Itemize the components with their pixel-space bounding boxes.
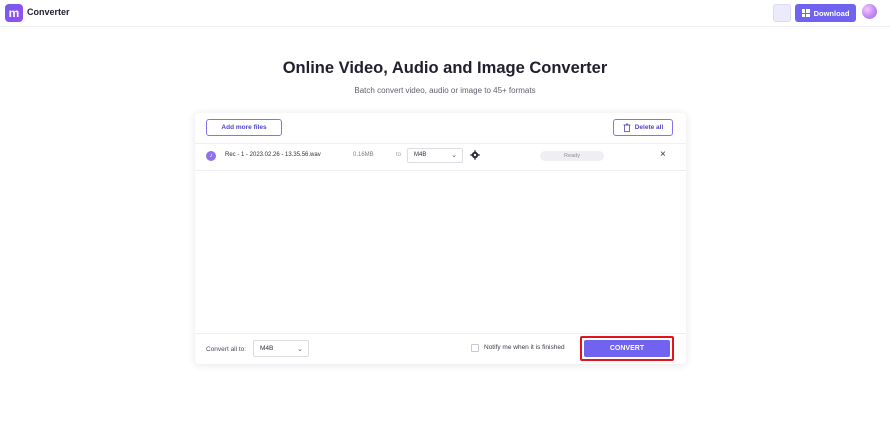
add-more-files-button[interactable]: Add more files bbox=[206, 119, 282, 136]
gear-icon[interactable] bbox=[470, 150, 480, 160]
target-format-select[interactable]: M4B ⌄ bbox=[407, 148, 463, 163]
close-icon[interactable]: × bbox=[660, 149, 666, 161]
avatar[interactable] bbox=[862, 4, 877, 19]
divider bbox=[195, 333, 686, 334]
converter-panel: Add more files Delete all ♪ Rec - 1 - 20… bbox=[195, 113, 686, 364]
page-subtitle: Batch convert video, audio or image to 4… bbox=[354, 86, 536, 95]
delete-all-button[interactable]: Delete all bbox=[613, 119, 673, 136]
brand-name[interactable]: Converter bbox=[27, 7, 70, 17]
trash-icon bbox=[623, 123, 631, 132]
file-name: Rec - 1 - 2023.02.26 - 13.35.56.wav bbox=[225, 152, 321, 158]
top-bar: m Converter Download bbox=[0, 0, 890, 27]
download-label: Download bbox=[813, 8, 850, 18]
delete-all-label: Delete all bbox=[634, 124, 664, 131]
file-row: ♪ Rec - 1 - 2023.02.26 - 13.35.56.wav 0.… bbox=[195, 144, 686, 171]
app-logo-icon[interactable]: m bbox=[5, 4, 23, 22]
chevron-down-icon: ⌄ bbox=[451, 152, 457, 159]
notify-label: Notify me when it is finished bbox=[484, 344, 565, 351]
convert-button[interactable]: CONVERT bbox=[584, 340, 670, 357]
history-button[interactable] bbox=[773, 4, 791, 22]
page-title: Online Video, Audio and Image Converter bbox=[282, 59, 608, 77]
convert-all-label: Convert all to: bbox=[206, 346, 247, 353]
status-badge: Ready bbox=[540, 151, 604, 161]
target-format-value: M4B bbox=[414, 152, 427, 158]
to-label: to bbox=[396, 152, 402, 158]
download-button[interactable]: Download bbox=[795, 4, 856, 22]
windows-icon bbox=[801, 9, 810, 17]
audio-file-icon: ♪ bbox=[206, 151, 216, 161]
notify-checkbox[interactable] bbox=[471, 344, 479, 352]
convert-all-format-value: M4B bbox=[260, 345, 274, 352]
convert-all-format-select[interactable]: M4B ⌄ bbox=[253, 340, 309, 357]
file-size: 0.16MB bbox=[353, 152, 374, 158]
chevron-down-icon: ⌄ bbox=[297, 346, 303, 353]
